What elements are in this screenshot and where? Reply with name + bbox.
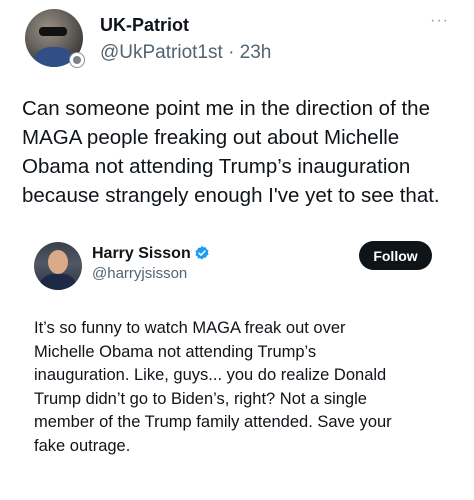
- quoted-tweet[interactable]: Harry Sisson @harryjsisson Follow It’s s…: [4, 227, 470, 497]
- tweet-post: UK-Patriot @UkPatriot1st · 23h ··· Can s…: [0, 0, 474, 500]
- quoted-body-text: It’s so funny to watch MAGA freak out ov…: [34, 319, 392, 455]
- follow-button[interactable]: Follow: [359, 241, 432, 270]
- author-display-name[interactable]: UK-Patriot: [100, 15, 189, 36]
- avatar-suit: [39, 274, 77, 290]
- avatar-sunglasses: [39, 27, 67, 36]
- more-options-icon[interactable]: ···: [430, 12, 449, 30]
- affiliation-badge-icon: [69, 52, 85, 68]
- quoted-author-display-name[interactable]: Harry Sisson: [92, 245, 191, 263]
- quoted-author-avatar[interactable]: [34, 242, 82, 290]
- post-time[interactable]: 23h: [240, 42, 272, 63]
- post-body-text: Can someone point me in the direction of…: [22, 97, 440, 207]
- author-handle[interactable]: @UkPatriot1st: [100, 42, 223, 63]
- verified-badge-icon: [195, 246, 209, 260]
- quoted-author-handle[interactable]: @harryjsisson: [92, 265, 187, 282]
- author-handle-line: @UkPatriot1st · 23h: [100, 42, 271, 64]
- avatar-face: [48, 250, 68, 274]
- meta-separator: ·: [228, 42, 235, 63]
